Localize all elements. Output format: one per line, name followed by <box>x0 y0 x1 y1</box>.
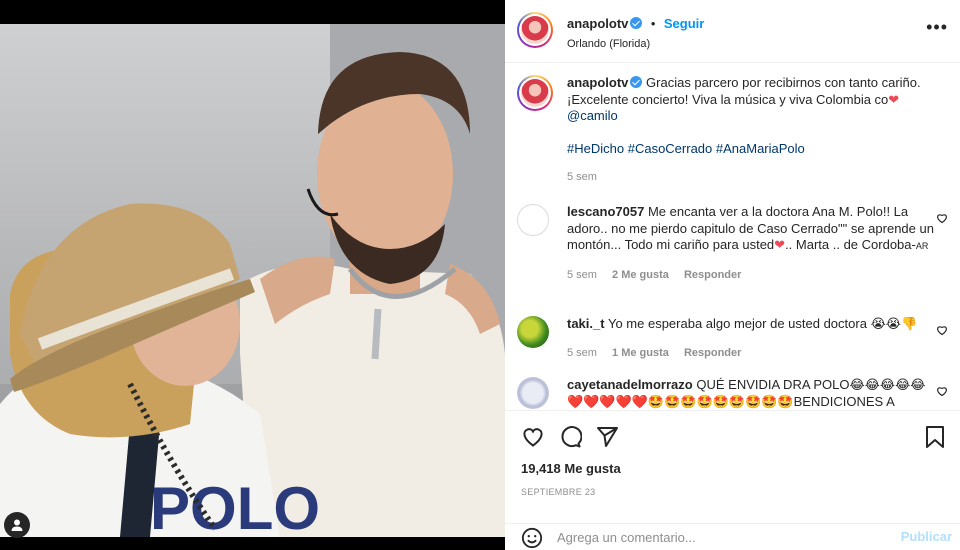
likes-count[interactable]: 19,418 Me gusta <box>521 461 621 476</box>
author-username[interactable]: anapolotv <box>567 16 628 31</box>
user-tag-button[interactable] <box>4 512 30 538</box>
comment-meta: 5 sem 2 Me gusta Responder <box>567 267 939 284</box>
comment-body: taki._t Yo me esperaba algo mejor de ust… <box>567 316 939 361</box>
comment-body: lescano7057 Me encanta ver a la doctora … <box>567 204 939 283</box>
photo-illustration: POLO <box>0 24 505 537</box>
caption-mention[interactable]: @camilo <box>567 108 618 123</box>
reply-button[interactable]: Responder <box>684 269 741 281</box>
comment-input[interactable] <box>557 526 887 548</box>
heart-icon[interactable] <box>936 324 948 339</box>
comment-item: taki._t Yo me esperaba algo mejor de ust… <box>517 316 948 366</box>
commenter-avatar[interactable] <box>517 316 549 348</box>
hashtag-link[interactable]: #HeDicho <box>567 141 624 156</box>
comment-body: cayetanadelmorrazo QUÉ ENVIDIA DRA POLO😂… <box>567 377 939 410</box>
comment-emojis: 😭😭👎 <box>870 316 918 331</box>
heart-icon[interactable] <box>936 212 948 227</box>
comment-likes[interactable]: 2 Me gusta <box>612 269 669 281</box>
comment-emojis: 😂😂😂😂😂 <box>849 377 926 392</box>
comment-text: Yo me esperaba algo mejor de usted docto… <box>607 316 867 331</box>
country-tag: AR <box>915 241 929 251</box>
bookmark-icon[interactable] <box>924 425 946 449</box>
author-info: anapolotv • Seguir Orlando (Florida) <box>567 15 704 50</box>
user-tag-icon <box>11 519 23 531</box>
heart-icon[interactable] <box>521 425 545 449</box>
more-icon[interactable]: ••• <box>926 18 948 36</box>
reply-button[interactable]: Responder <box>684 347 741 359</box>
share-icon[interactable] <box>595 425 619 449</box>
comment-item: lescano7057 Me encanta ver a la doctora … <box>517 204 948 304</box>
hashtag-link[interactable]: #AnaMariaPolo <box>716 141 805 156</box>
comment-username[interactable]: lescano7057 <box>567 204 644 219</box>
verified-icon <box>630 76 643 88</box>
post-actions: 19,418 Me gusta SEPTIEMBRE 23 Publicar <box>505 410 960 549</box>
comment-username[interactable]: cayetanadelmorrazo <box>567 377 693 392</box>
comment-text: QUÉ ENVIDIA DRA POLO <box>696 377 850 392</box>
post-photo[interactable]: POLO <box>0 24 505 537</box>
caption-time[interactable]: 5 sem <box>567 171 597 183</box>
comment-text-tail: BENDICIONES A <box>793 393 895 409</box>
comments-list[interactable]: anapolotv Gracias parcero por recibirnos… <box>505 63 960 410</box>
comment-icon[interactable] <box>558 425 582 449</box>
post-header: anapolotv • Seguir Orlando (Florida) ••• <box>505 0 960 63</box>
caption-author-avatar[interactable] <box>517 75 553 111</box>
emoji-icon[interactable] <box>521 527 543 549</box>
comment-time[interactable]: 5 sem <box>567 269 597 281</box>
instagram-post-modal: POLO anapolotv • Seguir Orlando (Florida… <box>0 0 960 550</box>
comment-time[interactable]: 5 sem <box>567 347 597 359</box>
commenter-avatar[interactable] <box>517 377 549 409</box>
verified-icon <box>630 17 643 29</box>
caption-hashtags: #HeDicho #CasoCerrado #AnaMariaPolo <box>567 141 939 158</box>
caption: anapolotv Gracias parcero por recibirnos… <box>517 75 948 185</box>
commenter-avatar[interactable] <box>517 204 549 236</box>
publish-button[interactable]: Publicar <box>901 529 952 544</box>
svg-text:POLO: POLO <box>150 475 320 537</box>
follow-button[interactable]: Seguir <box>664 16 704 31</box>
comment-username[interactable]: taki._t <box>567 316 605 331</box>
comment-likes[interactable]: 1 Me gusta <box>612 347 669 359</box>
comment-item: cayetanadelmorrazo QUÉ ENVIDIA DRA POLO😂… <box>517 377 948 410</box>
author-avatar[interactable] <box>517 12 553 48</box>
post-details-panel: anapolotv • Seguir Orlando (Florida) •••… <box>505 0 960 550</box>
separator-dot: • <box>650 16 656 31</box>
post-location[interactable]: Orlando (Florida) <box>567 38 704 50</box>
red-heart-emoji: ❤ <box>888 91 900 107</box>
heart-icon[interactable] <box>936 385 948 400</box>
caption-meta: 5 sem <box>567 169 939 186</box>
comment-meta: 5 sem 1 Me gusta Responder <box>567 345 939 362</box>
comment-text-tail: .. Marta .. de Cordoba- <box>785 237 916 252</box>
caption-body: anapolotv Gracias parcero por recibirnos… <box>567 75 939 186</box>
red-heart-emoji: ❤ <box>774 237 786 252</box>
post-media: POLO <box>0 0 505 550</box>
hashtag-link[interactable]: #CasoCerrado <box>628 141 713 156</box>
comment-emojis: ❤️❤️❤️❤️❤️🤩🤩🤩🤩🤩🤩🤩🤩🤩 <box>567 393 794 409</box>
post-date[interactable]: SEPTIEMBRE 23 <box>521 487 595 497</box>
caption-username[interactable]: anapolotv <box>567 75 628 90</box>
